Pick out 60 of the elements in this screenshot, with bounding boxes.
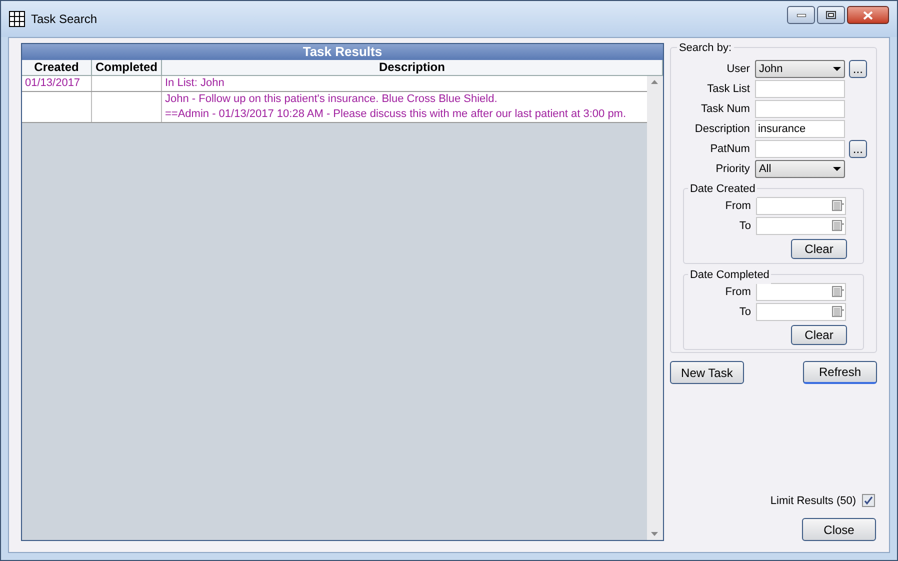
calendar-icon[interactable]	[832, 220, 844, 232]
dropdown[interactable]: John	[754, 60, 845, 78]
maximize-button[interactable]	[817, 6, 845, 24]
close-window-button[interactable]	[847, 6, 889, 24]
checkmark-icon	[864, 496, 873, 506]
dropdown[interactable]: All	[754, 160, 845, 178]
maximize-icon	[826, 11, 836, 19]
limit-results-label: Limit Results (50)	[770, 494, 856, 508]
field-label: Priority	[714, 162, 751, 177]
grid-icon	[9, 11, 25, 27]
scrollbar[interactable]	[646, 76, 663, 540]
field-label: To	[738, 218, 752, 234]
refresh-button[interactable]: Refresh	[803, 361, 877, 384]
input-field[interactable]: insurance	[754, 120, 845, 138]
close-icon	[863, 10, 873, 20]
column-header[interactable]: Description	[162, 60, 663, 75]
clear-button[interactable]: Clear	[791, 325, 847, 345]
table-cell: 01/13/2017	[22, 76, 92, 91]
new-task-button[interactable]: New Task	[670, 361, 744, 384]
group-title: Search by:	[676, 40, 734, 56]
date-field[interactable]	[756, 197, 846, 215]
scroll-down-icon[interactable]	[651, 532, 658, 536]
scroll-up-icon[interactable]	[651, 80, 658, 84]
caret-icon	[832, 167, 841, 171]
dropdown-value: All	[758, 162, 772, 177]
browse-button[interactable]: ...	[848, 140, 867, 158]
group-title: Date Completed	[688, 267, 772, 284]
description-text: In List: John	[165, 76, 226, 91]
browse-button[interactable]: ...	[848, 60, 867, 78]
close-button[interactable]: Close	[802, 518, 876, 541]
caret-icon	[832, 67, 841, 71]
field-label: User	[726, 62, 751, 77]
input-field[interactable]	[754, 140, 845, 158]
field-label: To	[738, 304, 752, 320]
input-field[interactable]	[754, 80, 845, 98]
calendar-icon[interactable]	[832, 306, 844, 318]
field-label: From	[724, 284, 752, 300]
dropdown-value: John	[758, 62, 783, 77]
input-field[interactable]	[754, 100, 845, 118]
grid-title: Task Results	[22, 44, 663, 60]
minimize-icon	[796, 14, 806, 16]
window-title: Task Search	[31, 11, 98, 28]
date-field[interactable]	[756, 217, 846, 235]
field-label: From	[724, 198, 752, 214]
field-label: PatNum	[709, 142, 751, 157]
date-field[interactable]	[756, 283, 846, 301]
calendar-icon[interactable]	[832, 200, 844, 212]
date-field[interactable]	[756, 303, 846, 321]
calendar-icon[interactable]	[832, 286, 844, 298]
limit-results-checkbox[interactable]	[862, 494, 875, 508]
field-label: Task List	[706, 82, 751, 97]
description-text: ==Admin - 01/13/2017 10:28 AM - Please discuss this with me after our last patient at 3:00 pm.	[165, 107, 628, 122]
column-header[interactable]: Created	[22, 60, 92, 75]
group-title: Date Created	[688, 181, 758, 198]
field-label: Task Num	[700, 102, 751, 117]
column-header[interactable]: Completed	[92, 60, 162, 75]
description-text: John - Follow up on this patient's insurance. Blue Cross Blue Shield.	[165, 92, 498, 107]
minimize-button[interactable]	[787, 6, 815, 24]
clear-button[interactable]: Clear	[791, 239, 847, 259]
field-label: Description	[694, 122, 751, 137]
